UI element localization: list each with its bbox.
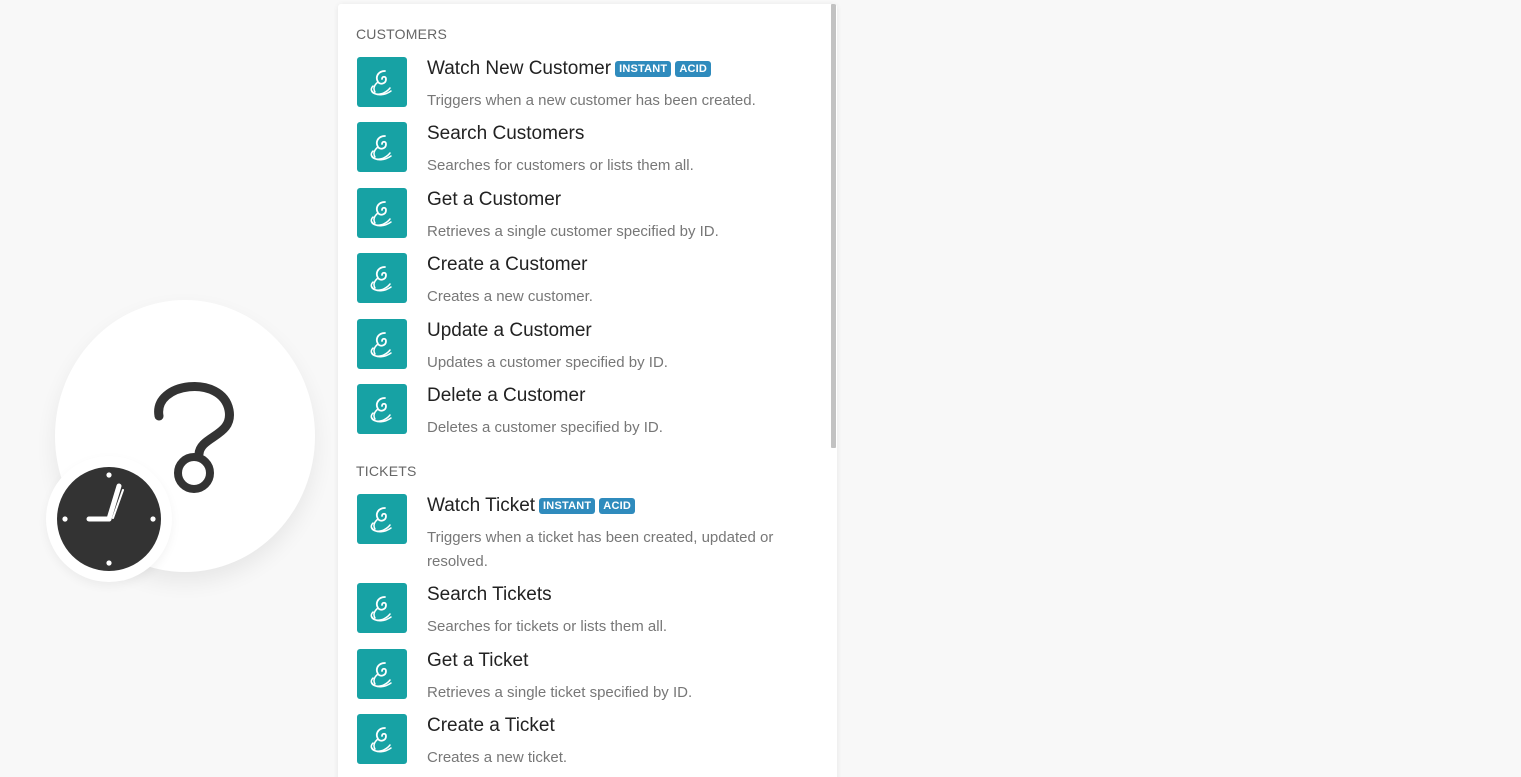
clock-icon — [57, 467, 161, 571]
app-icon — [357, 583, 407, 633]
instant-badge: INSTANT — [539, 498, 596, 514]
item-description: Retrieves a single ticket specified by I… — [427, 684, 693, 701]
section-header-tickets: TICKETS — [356, 463, 417, 479]
app-icon — [357, 253, 407, 303]
app-icon — [357, 122, 407, 172]
acid-badge: ACID — [675, 61, 712, 77]
item-title: Watch New Customer INSTANT ACID — [427, 58, 712, 80]
instant-badge: INSTANT — [615, 61, 672, 77]
item-title: Get a Ticket — [427, 650, 529, 671]
item-title-text: Watch Ticket — [427, 495, 536, 516]
app-icon — [357, 494, 407, 544]
item-title: Search Tickets — [427, 584, 552, 605]
item-description: Creates a new ticket. — [427, 749, 568, 766]
module-list-panel[interactable]: CUSTOMERS Watch New Customer INSTANT ACID … — [338, 4, 837, 777]
scrollbar-thumb[interactable] — [831, 4, 836, 448]
item-description: Searches for tickets or lists them all. — [427, 618, 668, 635]
app-icon — [357, 57, 407, 107]
app-icon — [357, 188, 407, 238]
item-description: Searches for customers or lists them all… — [427, 157, 694, 174]
item-title: Create a Customer — [427, 254, 588, 275]
canvas: CUSTOMERS Watch New Customer INSTANT ACID … — [0, 0, 1521, 777]
item-description: Deletes a customer specified by ID. — [427, 419, 663, 436]
item-title: Watch Ticket INSTANT ACID — [427, 495, 635, 517]
question-mark-icon — [154, 382, 234, 493]
item-title: Search Customers — [427, 123, 585, 144]
item-title: Update a Customer — [427, 320, 592, 341]
acid-badge: ACID — [599, 498, 635, 514]
item-title-text: Watch New Customer — [427, 58, 612, 79]
item-title: Create a Ticket — [427, 715, 555, 736]
item-description: Triggers when a new customer has been cr… — [427, 92, 756, 109]
app-icon — [357, 714, 407, 764]
item-description: Creates a new customer. — [427, 288, 593, 305]
app-icon — [357, 649, 407, 699]
item-description: Retrieves a single customer specified by… — [427, 223, 719, 240]
app-icon — [357, 384, 407, 434]
item-title: Delete a Customer — [427, 385, 586, 406]
item-description: Updates a customer specified by ID. — [427, 354, 668, 371]
app-icon — [357, 319, 407, 369]
item-title: Get a Customer — [427, 189, 562, 210]
section-header-customers: CUSTOMERS — [356, 26, 447, 42]
item-description: Triggers when a ticket has been created,… — [427, 529, 774, 570]
